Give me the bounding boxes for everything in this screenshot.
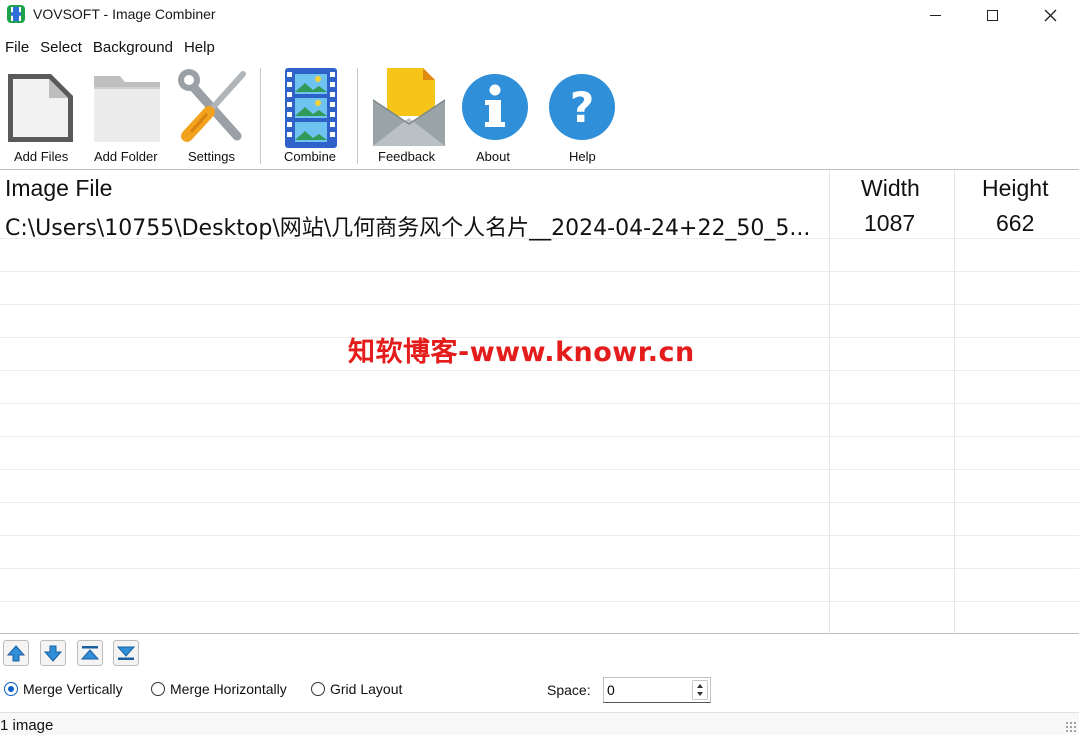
merge-vertically-label: Merge Vertically — [23, 681, 123, 697]
merge-horizontally-radio[interactable]: Merge Horizontally — [151, 681, 287, 697]
merge-horizontally-label: Merge Horizontally — [170, 681, 287, 697]
list-header: Image File Width Height — [0, 170, 1079, 206]
add-files-label: Add Files — [14, 149, 69, 164]
combine-label: Combine — [284, 149, 337, 164]
menu-file[interactable]: File — [0, 36, 35, 60]
cell-height: 662 — [996, 210, 1035, 236]
add-files-button[interactable]: Add Files — [0, 64, 80, 168]
combine-button[interactable]: Combine — [272, 64, 350, 168]
row-divider — [0, 502, 1079, 503]
arrow-up-icon — [6, 645, 26, 662]
row-divider — [0, 436, 1079, 437]
row-divider — [0, 568, 1079, 569]
help-button[interactable]: ? Help — [542, 64, 622, 168]
envelope-icon — [372, 68, 446, 146]
maximize-button[interactable] — [963, 0, 1021, 30]
status-bar: 1 image — [0, 712, 1079, 735]
settings-button[interactable]: Settings — [172, 64, 254, 168]
settings-label: Settings — [188, 149, 235, 164]
title-bar: VOVSOFT - Image Combiner — [0, 0, 1079, 30]
close-button[interactable] — [1021, 0, 1079, 30]
minimize-button[interactable] — [906, 0, 964, 30]
column-divider — [829, 170, 830, 633]
minimize-icon — [929, 14, 941, 16]
space-spinbox[interactable] — [603, 677, 711, 703]
arrow-top-icon — [80, 646, 100, 660]
app-icon — [7, 5, 25, 23]
feedback-button[interactable]: Feedback — [367, 64, 449, 168]
tools-icon — [178, 69, 246, 142]
info-icon — [462, 74, 528, 140]
about-button[interactable]: About — [455, 64, 535, 168]
space-label: Space: — [547, 682, 591, 698]
merge-vertically-radio[interactable]: Merge Vertically — [4, 681, 123, 697]
radio-unselected-icon — [311, 682, 325, 696]
about-label: About — [476, 149, 510, 164]
status-text: 1 image — [0, 717, 54, 734]
column-height[interactable]: Height — [982, 175, 1048, 202]
folder-icon — [94, 76, 160, 142]
menu-help[interactable]: Help — [179, 36, 221, 60]
column-width[interactable]: Width — [861, 175, 920, 202]
move-down-button[interactable] — [40, 640, 66, 666]
row-divider — [0, 535, 1079, 536]
row-divider — [0, 469, 1079, 470]
move-up-button[interactable] — [3, 640, 29, 666]
help-label: Help — [569, 149, 596, 164]
radio-selected-icon — [4, 682, 18, 696]
column-divider — [954, 170, 955, 633]
grid-layout-label: Grid Layout — [330, 681, 403, 697]
row-divider — [0, 271, 1079, 272]
window-title: VOVSOFT - Image Combiner — [33, 6, 216, 22]
spin-buttons[interactable] — [692, 680, 708, 700]
watermark-text: 知软博客-www.knowr.cn — [348, 337, 695, 368]
space-input[interactable] — [604, 678, 690, 702]
film-strip-icon — [285, 68, 337, 148]
toolbar-separator — [357, 68, 358, 164]
toolbar-separator — [260, 68, 261, 164]
menu-background[interactable]: Background — [88, 36, 179, 60]
svg-text:?: ? — [570, 83, 594, 132]
row-divider — [0, 403, 1079, 404]
menu-bar: File Select Background Help — [0, 36, 221, 60]
cell-image-file: C:\Users\10755\Desktop\网站\几何商务风个人名片__202… — [5, 216, 811, 241]
arrow-bottom-icon — [116, 646, 136, 660]
grid-layout-radio[interactable]: Grid Layout — [311, 681, 402, 697]
spin-up-icon[interactable] — [697, 684, 703, 688]
question-icon: ? — [549, 74, 615, 140]
spin-down-icon[interactable] — [697, 692, 703, 696]
toolbar: Add Files Add Folder Settings Combine Fe… — [0, 64, 1079, 168]
cell-width: 1087 — [864, 210, 916, 236]
menu-select[interactable]: Select — [35, 36, 88, 60]
row-divider — [0, 370, 1079, 371]
move-bottom-button[interactable] — [113, 640, 139, 666]
feedback-label: Feedback — [378, 149, 436, 164]
arrow-down-icon — [43, 645, 63, 662]
add-folder-button[interactable]: Add Folder — [88, 64, 166, 168]
maximize-icon — [986, 9, 998, 21]
move-top-button[interactable] — [77, 640, 103, 666]
resize-grip-icon[interactable] — [1065, 721, 1077, 733]
add-folder-label: Add Folder — [94, 149, 158, 164]
close-icon — [1044, 9, 1056, 21]
column-image-file[interactable]: Image File — [5, 175, 112, 202]
file-icon — [8, 74, 73, 142]
row-divider — [0, 601, 1079, 602]
image-list[interactable]: Image File Width Height C:\Users\10755\D… — [0, 169, 1079, 634]
radio-unselected-icon — [151, 682, 165, 696]
row-divider — [0, 304, 1079, 305]
